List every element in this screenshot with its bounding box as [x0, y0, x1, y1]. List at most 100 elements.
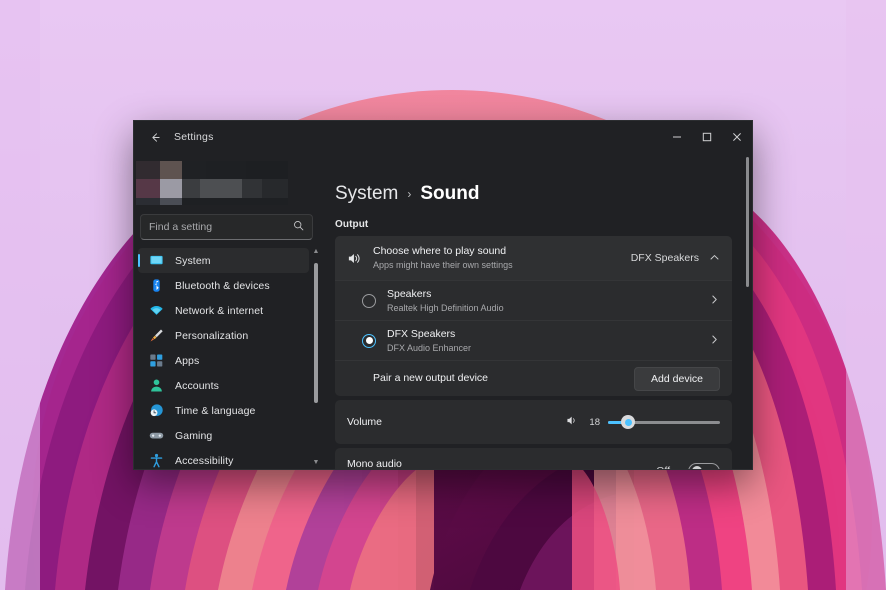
sidebar-item-label: Network & internet: [175, 304, 264, 317]
volume-row: Volume 18: [335, 400, 732, 444]
radio-dfx-speakers[interactable]: [362, 333, 376, 348]
speakers-texts: Speakers Realtek High Definition Audio: [387, 288, 709, 314]
volume-icon[interactable]: [565, 414, 578, 430]
person-icon: [148, 378, 164, 394]
mono-audio-card: Mono audio Combine left and right audio …: [335, 448, 732, 469]
speaker-icon: [347, 251, 373, 266]
globe-clock-icon: [148, 403, 164, 419]
dfx-speakers-texts: DFX Speakers DFX Audio Enhancer: [387, 328, 709, 354]
accessibility-icon: [148, 453, 164, 469]
volume-slider-knob[interactable]: [621, 415, 636, 429]
sidebar-scrollbar[interactable]: ▲ ▼: [311, 248, 321, 469]
mono-audio-texts: Mono audio Combine left and right audio …: [347, 458, 656, 469]
paintbrush-icon: [148, 328, 164, 344]
mono-audio-toggle[interactable]: [688, 462, 720, 469]
toggle-knob: [692, 466, 702, 469]
minimize-icon: [673, 136, 681, 138]
sidebar-scroll-thumb[interactable]: [314, 263, 318, 403]
search-box[interactable]: [140, 214, 313, 240]
sidebar-item-system[interactable]: System: [138, 248, 309, 273]
device-title: Speakers: [387, 287, 432, 300]
mono-audio-title: Mono audio: [347, 458, 402, 469]
choose-device-subtitle: Apps might have their own settings: [373, 260, 513, 270]
bluetooth-icon: [148, 278, 164, 294]
choose-device-title: Choose where to play sound: [373, 245, 507, 257]
device-option-dfx-speakers[interactable]: DFX Speakers DFX Audio Enhancer: [335, 320, 732, 360]
scroll-up-arrow-icon[interactable]: ▲: [313, 248, 320, 258]
sidebar-item-label: Bluetooth & devices: [175, 279, 270, 292]
sidebar-item-label: System: [175, 254, 211, 267]
sidebar-item-accounts[interactable]: Accounts: [138, 373, 309, 398]
apps-grid-icon: [148, 353, 164, 369]
account-profile-blurred[interactable]: [136, 161, 288, 205]
chevron-right-icon[interactable]: [709, 334, 720, 347]
volume-value: 18: [589, 416, 600, 428]
sidebar-item-label: Apps: [175, 354, 200, 367]
volume-control[interactable]: 18: [565, 414, 720, 430]
gamepad-icon: [148, 428, 164, 444]
add-device-button[interactable]: Add device: [634, 366, 720, 391]
wifi-icon: [148, 303, 164, 319]
sidebar-item-label: Gaming: [175, 429, 213, 442]
sidebar-scroll-track[interactable]: [311, 259, 321, 458]
close-button[interactable]: [722, 121, 752, 153]
breadcrumb: System › Sound: [335, 183, 732, 205]
device-option-speakers[interactable]: Speakers Realtek High Definition Audio: [335, 280, 732, 320]
sidebar-item-bluetooth-devices[interactable]: Bluetooth & devices: [138, 273, 309, 298]
window-title: Settings: [174, 131, 214, 143]
device-subtitle: Realtek High Definition Audio: [387, 302, 504, 313]
maximize-icon: [702, 132, 712, 142]
back-button[interactable]: [140, 122, 170, 152]
minimize-button[interactable]: [662, 121, 692, 153]
choose-device-texts: Choose where to play sound Apps might ha…: [373, 245, 631, 271]
volume-card: Volume 18: [335, 400, 732, 444]
close-icon: [733, 133, 741, 141]
sidebar-item-network-internet[interactable]: Network & internet: [138, 298, 309, 323]
device-title: DFX Speakers: [387, 327, 456, 340]
scroll-down-arrow-icon[interactable]: ▼: [313, 459, 320, 469]
selected-device-value: DFX Speakers: [630, 252, 699, 264]
sidebar-item-gaming[interactable]: Gaming: [138, 423, 309, 448]
output-device-card: Choose where to play sound Apps might ha…: [335, 236, 732, 396]
sidebar: System Bluetooth & devices: [134, 153, 323, 469]
volume-label: Volume: [347, 415, 383, 428]
sidebar-item-time-language[interactable]: Time & language: [138, 398, 309, 423]
window-titlebar: Settings: [134, 121, 752, 153]
chevron-right-icon[interactable]: [709, 294, 720, 307]
monitor-icon: [148, 253, 164, 269]
volume-slider-track[interactable]: [608, 415, 720, 429]
mono-audio-control: Off: [656, 462, 720, 469]
sidebar-nav: System Bluetooth & devices Network & int…: [134, 248, 323, 469]
device-subtitle: DFX Audio Enhancer: [387, 342, 472, 353]
sidebar-item-label: Personalization: [175, 329, 249, 342]
search-icon: [293, 220, 304, 234]
sidebar-item-label: Accessibility: [175, 454, 234, 467]
choose-device-right: DFX Speakers: [631, 252, 720, 265]
sidebar-item-personalization[interactable]: Personalization: [138, 323, 309, 348]
main-content: System › Sound Output Choose where to pl…: [323, 153, 752, 469]
choose-where-to-play-sound-row[interactable]: Choose where to play sound Apps might ha…: [335, 236, 732, 280]
arrow-left-icon: [151, 132, 160, 142]
breadcrumb-parent[interactable]: System: [335, 183, 398, 205]
main-scrollbar[interactable]: [745, 157, 750, 465]
window-controls: [662, 121, 752, 153]
search-input[interactable]: [149, 221, 293, 233]
sidebar-item-label: Time & language: [175, 404, 256, 417]
chevron-up-icon[interactable]: [709, 252, 720, 265]
pair-new-output-device-row: Pair a new output device Add device: [335, 360, 732, 396]
maximize-button[interactable]: [692, 121, 722, 153]
radio-speakers[interactable]: [362, 293, 376, 308]
desktop-wallpaper: Settings Find a setting System Bluetooth…: [0, 0, 886, 590]
settings-window: Settings Find a setting System Bluetooth…: [133, 120, 753, 470]
breadcrumb-separator-icon: ›: [407, 187, 412, 201]
output-section-label: Output: [335, 219, 369, 230]
mono-audio-state: Off: [656, 465, 670, 469]
mono-audio-row: Mono audio Combine left and right audio …: [335, 448, 732, 469]
sidebar-item-label: Accounts: [175, 379, 219, 392]
main-scroll-thumb[interactable]: [746, 157, 749, 287]
pair-device-label: Pair a new output device: [373, 372, 488, 384]
sidebar-item-apps[interactable]: Apps: [138, 348, 309, 373]
sidebar-item-accessibility[interactable]: Accessibility: [138, 448, 309, 469]
window-body: System Bluetooth & devices: [134, 153, 752, 469]
page-title: Sound: [420, 183, 480, 204]
